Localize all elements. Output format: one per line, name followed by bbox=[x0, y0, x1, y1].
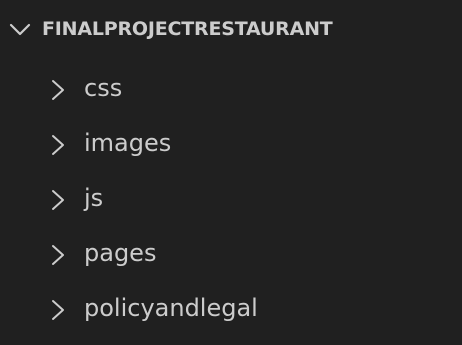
chevron-right-icon bbox=[48, 133, 68, 157]
folder-item-js[interactable]: js bbox=[0, 172, 462, 228]
folder-item-css[interactable]: css bbox=[0, 62, 462, 118]
chevron-right-icon bbox=[48, 78, 68, 102]
file-explorer: FINALPROJECTRESTAURANT css images js pag… bbox=[0, 0, 462, 345]
folder-item-pages[interactable]: pages bbox=[0, 227, 462, 283]
folder-label: js bbox=[84, 184, 104, 212]
folder-label: policyandlegal bbox=[84, 294, 258, 322]
root-folder-label: FINALPROJECTRESTAURANT bbox=[42, 18, 333, 40]
folder-label: pages bbox=[84, 239, 157, 267]
folder-item-images[interactable]: images bbox=[0, 117, 462, 173]
folder-label: css bbox=[84, 74, 123, 102]
chevron-down-icon bbox=[8, 18, 32, 42]
chevron-right-icon bbox=[48, 243, 68, 267]
explorer-root-folder[interactable]: FINALPROJECTRESTAURANT bbox=[0, 0, 462, 64]
chevron-right-icon bbox=[48, 298, 68, 322]
chevron-right-icon bbox=[48, 188, 68, 212]
folder-item-policyandlegal[interactable]: policyandlegal bbox=[0, 282, 462, 338]
folder-label: images bbox=[84, 129, 172, 157]
